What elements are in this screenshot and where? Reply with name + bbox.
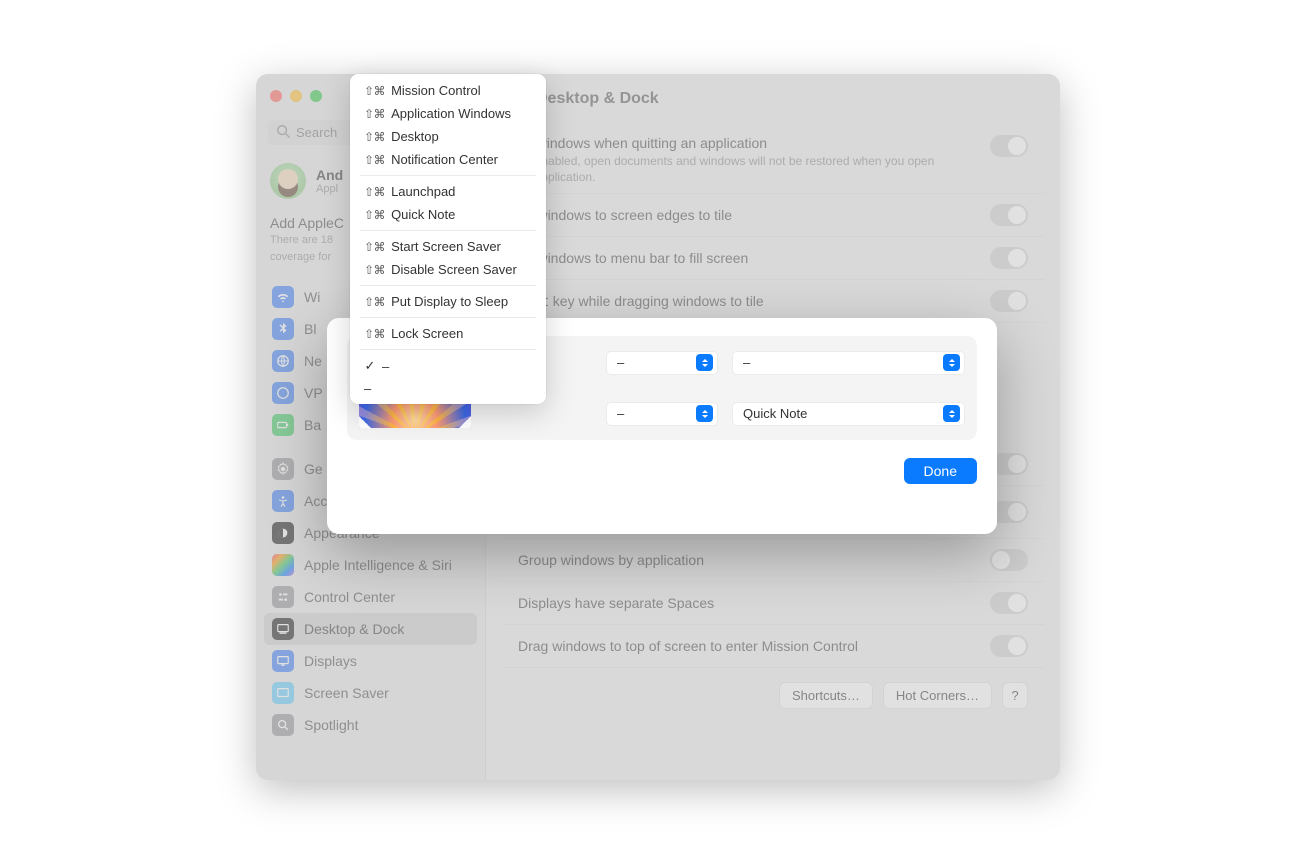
check-icon: ✓ — [364, 358, 376, 374]
menu-item-mission-control[interactable]: ⇧⌘Mission Control — [356, 79, 540, 102]
modal-actions: Done — [347, 458, 977, 484]
stepper-icon — [943, 405, 960, 422]
menu-item-desktop[interactable]: ⇧⌘Desktop — [356, 125, 540, 148]
menu-item-notification-center[interactable]: ⇧⌘Notification Center — [356, 148, 540, 171]
corner-indicator-bl — [359, 416, 371, 428]
menu-item-application-windows[interactable]: ⇧⌘Application Windows — [356, 102, 540, 125]
menu-item-none-selected[interactable]: ✓– — [356, 354, 540, 378]
corner-indicator-br — [459, 416, 471, 428]
corner-top-right-select[interactable]: – — [732, 351, 965, 375]
menu-item-start-screen-saver[interactable]: ⇧⌘Start Screen Saver — [356, 235, 540, 258]
corner-bottom-right-select[interactable]: Quick Note — [732, 402, 965, 426]
stepper-icon — [696, 405, 713, 422]
corner-top-left-select[interactable]: – — [606, 351, 718, 375]
hot-corner-options-menu: ⇧⌘Mission Control ⇧⌘Application Windows … — [350, 74, 546, 404]
select-value: Quick Note — [743, 406, 807, 421]
menu-footer-dash: – — [356, 378, 540, 399]
menu-separator — [360, 349, 536, 350]
select-value: – — [743, 355, 750, 370]
menu-separator — [360, 285, 536, 286]
menu-separator — [360, 175, 536, 176]
corner-bottom-left-select[interactable]: – — [606, 402, 718, 426]
menu-item-put-display-sleep[interactable]: ⇧⌘Put Display to Sleep — [356, 290, 540, 313]
stepper-icon — [696, 354, 713, 371]
select-value: – — [617, 355, 624, 370]
menu-item-launchpad[interactable]: ⇧⌘Launchpad — [356, 180, 540, 203]
menu-item-disable-screen-saver[interactable]: ⇧⌘Disable Screen Saver — [356, 258, 540, 281]
stepper-icon — [943, 354, 960, 371]
menu-separator — [360, 317, 536, 318]
menu-item-lock-screen[interactable]: ⇧⌘Lock Screen — [356, 322, 540, 345]
select-value: – — [617, 406, 624, 421]
menu-separator — [360, 230, 536, 231]
done-button[interactable]: Done — [904, 458, 977, 484]
menu-item-quick-note[interactable]: ⇧⌘Quick Note — [356, 203, 540, 226]
